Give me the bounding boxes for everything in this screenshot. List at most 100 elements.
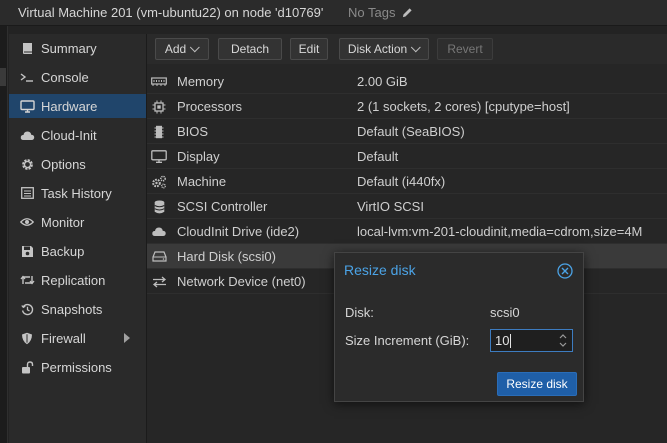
shield-icon [18,331,36,345]
hardware-name: Hard Disk (scsi0) [177,249,276,264]
sidebar-item-label: Summary [41,40,97,56]
tags-editor[interactable]: No Tags [348,5,413,20]
sidebar-item-cloud-init[interactable]: Cloud-Init [9,123,146,147]
sidebar-item-console[interactable]: Console [9,65,146,89]
text-cursor [510,333,512,348]
memory-icon [151,75,167,88]
hardware-value: Default (SeaBIOS) [357,124,465,139]
resize-disk-dialog: Resize disk Disk: scsi0 Size Increment (… [334,252,584,402]
hardware-row-cloudinit-drive[interactable]: CloudInit Drive (ide2) local-lvm:vm-201-… [147,219,667,244]
dialog-title: Resize disk [344,262,416,278]
hardware-value: Default [357,149,399,164]
cpu-icon [151,100,167,113]
size-increment-input[interactable]: 10 [490,329,573,352]
cogs-icon [151,175,167,188]
hardware-row-memory[interactable]: Memory 2.00 GiB [147,69,667,94]
sidebar-item-options[interactable]: Options [9,152,146,176]
size-increment-value: 10 [495,333,510,348]
sidebar-item-label: Task History [41,185,112,201]
hardware-name: Memory [177,74,224,89]
close-icon[interactable] [557,263,573,279]
hardware-value: Default (i440fx) [357,174,446,189]
hardware-name: SCSI Controller [177,199,268,214]
top-bar: Virtual Machine 201 (vm-ubuntu22) on nod… [0,0,667,26]
sidebar-item-permissions[interactable]: Permissions [9,355,146,379]
chevron-down-icon [190,41,200,52]
disk-action-label: Disk Action [347,42,408,56]
disk-label: Disk: [345,305,374,320]
history-icon [18,302,36,316]
vm-title: Virtual Machine 201 (vm-ubuntu22) on nod… [18,5,324,20]
sidebar-item-backup[interactable]: Backup [9,239,146,263]
hardware-value: 2.00 GiB [357,74,408,89]
edit-button-label: Edit [298,42,320,56]
disk-action-button[interactable]: Disk Action [339,38,429,60]
hardware-value: local-lvm:vm-201-cloudinit,media=cdrom,s… [357,224,643,239]
sidebar-item-label: Backup [41,243,85,259]
desktop-icon [18,99,36,113]
sidebar-item-label: Cloud-Init [41,127,97,143]
hardware-row-bios[interactable]: BIOS Default (SeaBIOS) [147,119,667,144]
revert-button-label: Revert [447,42,483,56]
list-icon [18,186,36,200]
exchange-icon [151,275,167,288]
sidebar-item-firewall[interactable]: Firewall [9,326,146,350]
detach-button[interactable]: Detach [218,38,282,60]
expand-arrow-icon[interactable] [124,333,130,343]
vm-config-sidebar: Summary Console Hardware Cloud-Init Opti… [9,34,146,443]
add-button[interactable]: Add [155,38,209,60]
unlock-icon [18,360,36,374]
sidebar-item-monitor[interactable]: Monitor [9,210,146,234]
detach-button-label: Detach [230,42,270,56]
hardware-row-scsi-controller[interactable]: SCSI Controller VirtIO SCSI [147,194,667,219]
hardware-value: VirtIO SCSI [357,199,424,214]
sidebar-item-label: Console [41,69,89,85]
size-increment-label: Size Increment (GiB): [345,333,470,348]
revert-button[interactable]: Revert [437,38,493,60]
sidebar-item-replication[interactable]: Replication [9,268,146,292]
edit-button[interactable]: Edit [290,38,328,60]
sidebar-item-summary[interactable]: Summary [9,36,146,60]
hardware-name: BIOS [177,124,209,139]
resize-disk-button-label: Resize disk [506,377,568,391]
sidebar-item-label: Firewall [41,330,86,346]
tree-panel-edge [0,26,8,443]
hardware-value: 2 (1 sockets, 2 cores) [cputype=host] [357,99,570,114]
hardware-name: Display [177,149,220,164]
hardware-name: Network Device (net0) [177,274,306,289]
sidebar-item-label: Permissions [41,359,112,375]
cloud-icon [151,225,167,238]
sidebar-item-label: Snapshots [41,301,103,317]
hardware-name: CloudInit Drive (ide2) [177,224,300,239]
hardware-row-processors[interactable]: Processors 2 (1 sockets, 2 cores) [cputy… [147,94,667,119]
chevron-down-icon [411,41,421,52]
resize-disk-button[interactable]: Resize disk [497,372,577,396]
hdd-icon [151,250,167,263]
terminal-icon [18,70,36,84]
microchip-icon [151,125,167,138]
pencil-icon[interactable] [402,7,413,18]
sidebar-item-snapshots[interactable]: Snapshots [9,297,146,321]
sidebar-item-label: Hardware [41,98,98,114]
hardware-row-display[interactable]: Display Default [147,144,667,169]
tags-label: No Tags [348,5,396,20]
sidebar-item-label: Options [41,156,86,172]
floppy-icon [18,244,36,258]
sidebar-item-hardware[interactable]: Hardware [9,94,146,118]
database-icon [151,200,167,213]
disk-value: scsi0 [490,305,520,320]
sidebar-item-task-history[interactable]: Task History [9,181,146,205]
hardware-row-machine[interactable]: Machine Default (i440fx) [147,169,667,194]
hardware-name: Machine [177,174,227,189]
display-icon [151,150,167,163]
book-icon [18,41,36,55]
tree-scroll-handle[interactable] [0,68,6,86]
retweet-icon [18,273,36,287]
gear-icon [18,157,36,171]
hardware-name: Processors [177,99,243,114]
cloud-icon [18,128,36,142]
eye-icon [18,215,36,229]
sidebar-item-label: Replication [41,272,106,288]
spinner-icon[interactable] [559,333,567,348]
add-button-label: Add [164,42,187,56]
